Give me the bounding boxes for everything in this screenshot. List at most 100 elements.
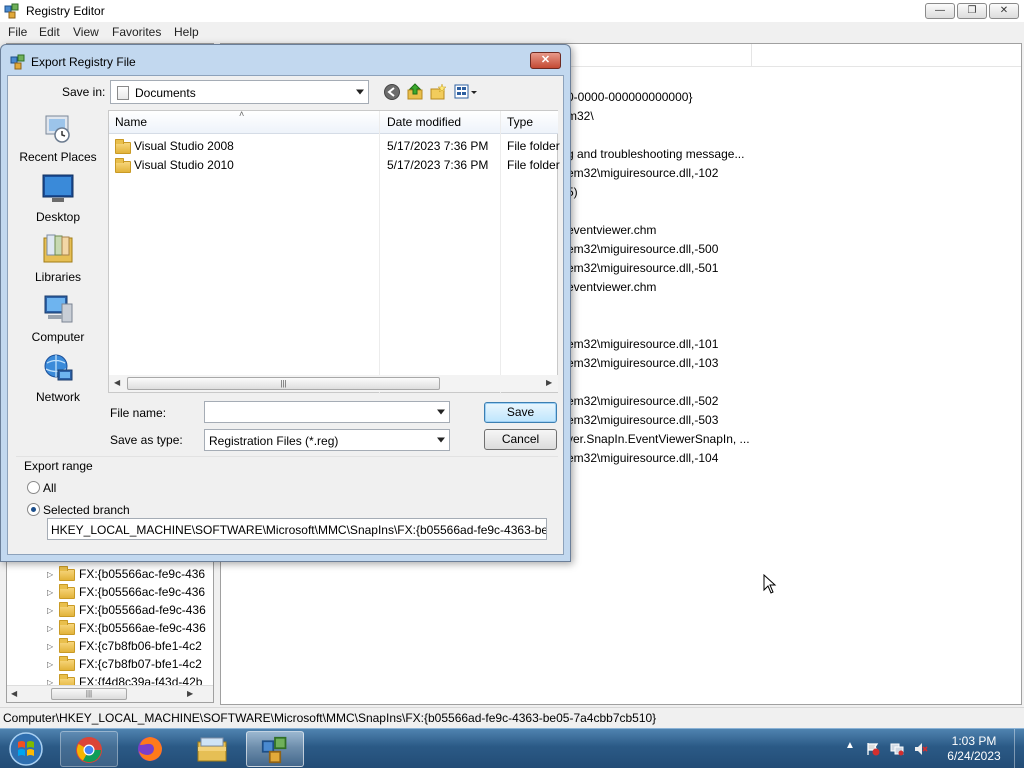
value-line: em32\miguiresource.dll,-102 [567, 166, 719, 180]
tree-item[interactable]: ▷ FX:{b05566ac-fe9c-436 [47, 583, 205, 603]
save-as-type-dropdown[interactable]: Registration Files (*.reg) [204, 429, 450, 451]
action-center-flag-icon[interactable] [866, 742, 880, 756]
menu-edit[interactable]: Edit [39, 25, 60, 39]
scroll-right-icon[interactable]: ▶ [546, 378, 552, 387]
back-icon[interactable] [383, 83, 401, 101]
start-button[interactable] [4, 730, 48, 768]
value-line: eventviewer.chm [567, 280, 657, 294]
tree-item[interactable]: ▷ FX:{c7b8fb07-bfe1-4c2 [47, 655, 202, 675]
taskbar: ▲ 1:03 PM 6/24/2023 [0, 728, 1024, 768]
value-line: em32\miguiresource.dll,-501 [567, 261, 719, 275]
place-computer[interactable]: Computer [12, 294, 104, 344]
place-recent-places[interactable]: Recent Places [12, 114, 104, 164]
radio-all[interactable] [27, 481, 40, 494]
place-desktop[interactable]: Desktop [12, 174, 104, 224]
value-line: em32\miguiresource.dll,-502 [567, 394, 719, 408]
status-bar: Computer\HKEY_LOCAL_MACHINE\SOFTWARE\Mic… [0, 707, 1024, 728]
taskbar-registry-editor[interactable] [246, 731, 304, 767]
value-line: m32\ [567, 109, 594, 123]
regedit-app-icon [261, 736, 287, 764]
file-row[interactable]: Visual Studio 2008 5/17/2023 7:36 PM Fil… [109, 136, 560, 155]
folder-icon [59, 565, 75, 581]
dialog-title: Export Registry File [31, 55, 136, 69]
scroll-thumb[interactable]: ||| [127, 377, 440, 390]
cancel-button[interactable]: Cancel [484, 429, 557, 450]
value-line: 0-0000-000000000000} [567, 90, 693, 104]
chevron-down-icon[interactable] [437, 409, 445, 415]
radio-all-label[interactable]: All [43, 481, 56, 495]
scroll-right-icon[interactable]: ▶ [187, 689, 193, 698]
menu-view[interactable]: View [73, 25, 99, 39]
place-libraries[interactable]: Libraries [12, 234, 104, 284]
network-tray-icon[interactable] [890, 742, 904, 756]
menu-favorites[interactable]: Favorites [112, 25, 161, 39]
system-clock[interactable]: 1:03 PM 6/24/2023 [944, 734, 1004, 764]
show-desktop-button[interactable] [1014, 729, 1024, 768]
scroll-left-icon[interactable]: ◀ [114, 378, 120, 387]
save-as-type-label: Save as type: [110, 433, 183, 447]
recent-places-icon [45, 115, 70, 143]
value-line: em32\miguiresource.dll,-500 [567, 242, 719, 256]
file-list-horizontal-scrollbar[interactable]: ◀ ||| ▶ [109, 375, 558, 392]
selected-branch-input[interactable]: HKEY_LOCAL_MACHINE\SOFTWARE\Microsoft\MM… [47, 518, 547, 540]
close-button[interactable]: ✕ [989, 3, 1019, 19]
file-row[interactable]: Visual Studio 2010 5/17/2023 7:36 PM Fil… [109, 155, 560, 174]
column-type[interactable]: Type [507, 115, 533, 129]
taskbar-chrome[interactable] [60, 731, 118, 767]
regedit-app-icon [4, 3, 19, 19]
place-network[interactable]: Network [12, 354, 104, 404]
window-title: Registry Editor [26, 4, 105, 18]
file-list-header: Name ˄ Date modified Type [109, 109, 558, 134]
chevron-down-icon [437, 437, 445, 443]
minimize-button[interactable]: — [925, 3, 955, 19]
save-in-dropdown[interactable]: Documents [110, 80, 369, 104]
computer-icon [44, 295, 73, 323]
maximize-button[interactable]: ❐ [957, 3, 987, 19]
taskbar-explorer[interactable] [184, 731, 242, 767]
tree-item[interactable]: ▷ FX:{c7b8fb06-bfe1-4c2 [47, 637, 202, 657]
menu-help[interactable]: Help [174, 25, 199, 39]
dialog-body: Save in: Documents Recent Places Desktop [7, 75, 564, 555]
view-menu-icon[interactable] [454, 83, 478, 101]
tree-item[interactable]: ▷ FX:{b05566ad-fe9c-436 [47, 601, 206, 621]
folder-icon [59, 637, 75, 653]
file-name-input[interactable] [204, 401, 450, 423]
column-date-modified[interactable]: Date modified [387, 115, 461, 129]
sort-ascending-icon: ˄ [239, 109, 245, 119]
file-explorer-icon [197, 737, 227, 762]
radio-selected-branch-label[interactable]: Selected branch [43, 503, 130, 517]
up-folder-icon[interactable] [406, 83, 424, 101]
value-line: em32\miguiresource.dll,-103 [567, 356, 719, 370]
new-folder-icon[interactable] [429, 83, 447, 101]
dialog-close-button[interactable]: ✕ [530, 52, 561, 69]
scroll-thumb[interactable]: ||| [51, 688, 127, 700]
volume-muted-icon[interactable] [914, 742, 928, 756]
tree-item[interactable]: ▷ FX:{b05566ac-fe9c-436 [47, 565, 205, 585]
tree-item[interactable]: ▷ FX:{b05566ae-fe9c-436 [47, 619, 206, 639]
save-in-label: Save in: [62, 85, 106, 99]
value-line: em32\miguiresource.dll,-503 [567, 413, 719, 427]
network-icon [44, 354, 73, 381]
file-list[interactable]: Name ˄ Date modified Type Visual Studio … [108, 109, 560, 394]
save-button[interactable]: Save [484, 402, 557, 423]
taskbar-firefox[interactable] [122, 731, 180, 767]
scroll-left-icon[interactable]: ◀ [11, 689, 17, 698]
export-registry-dialog: Export Registry File ✕ Save in: Document… [0, 44, 571, 562]
export-range-label: Export range [24, 459, 93, 473]
libraries-icon [43, 234, 73, 263]
show-hidden-icons-icon[interactable]: ▲ [845, 740, 855, 751]
column-name[interactable]: Name [115, 115, 147, 129]
menu-file[interactable]: File [8, 25, 27, 39]
regedit-app-icon [10, 54, 25, 70]
tree-horizontal-scrollbar[interactable]: ◀ ||| ▶ [7, 685, 213, 702]
desktop-icon [42, 174, 74, 202]
status-path: Computer\HKEY_LOCAL_MACHINE\SOFTWARE\Mic… [3, 711, 657, 725]
value-line: eventviewer.chm [567, 223, 657, 237]
file-name-label: File name: [110, 406, 167, 420]
firefox-icon [138, 737, 162, 761]
value-line: em32\miguiresource.dll,-101 [567, 337, 719, 351]
radio-selected-branch[interactable] [27, 503, 40, 516]
folder-icon [59, 583, 75, 599]
mouse-cursor-icon [763, 574, 777, 594]
title-bar: Registry Editor — ❐ ✕ [0, 0, 1024, 22]
